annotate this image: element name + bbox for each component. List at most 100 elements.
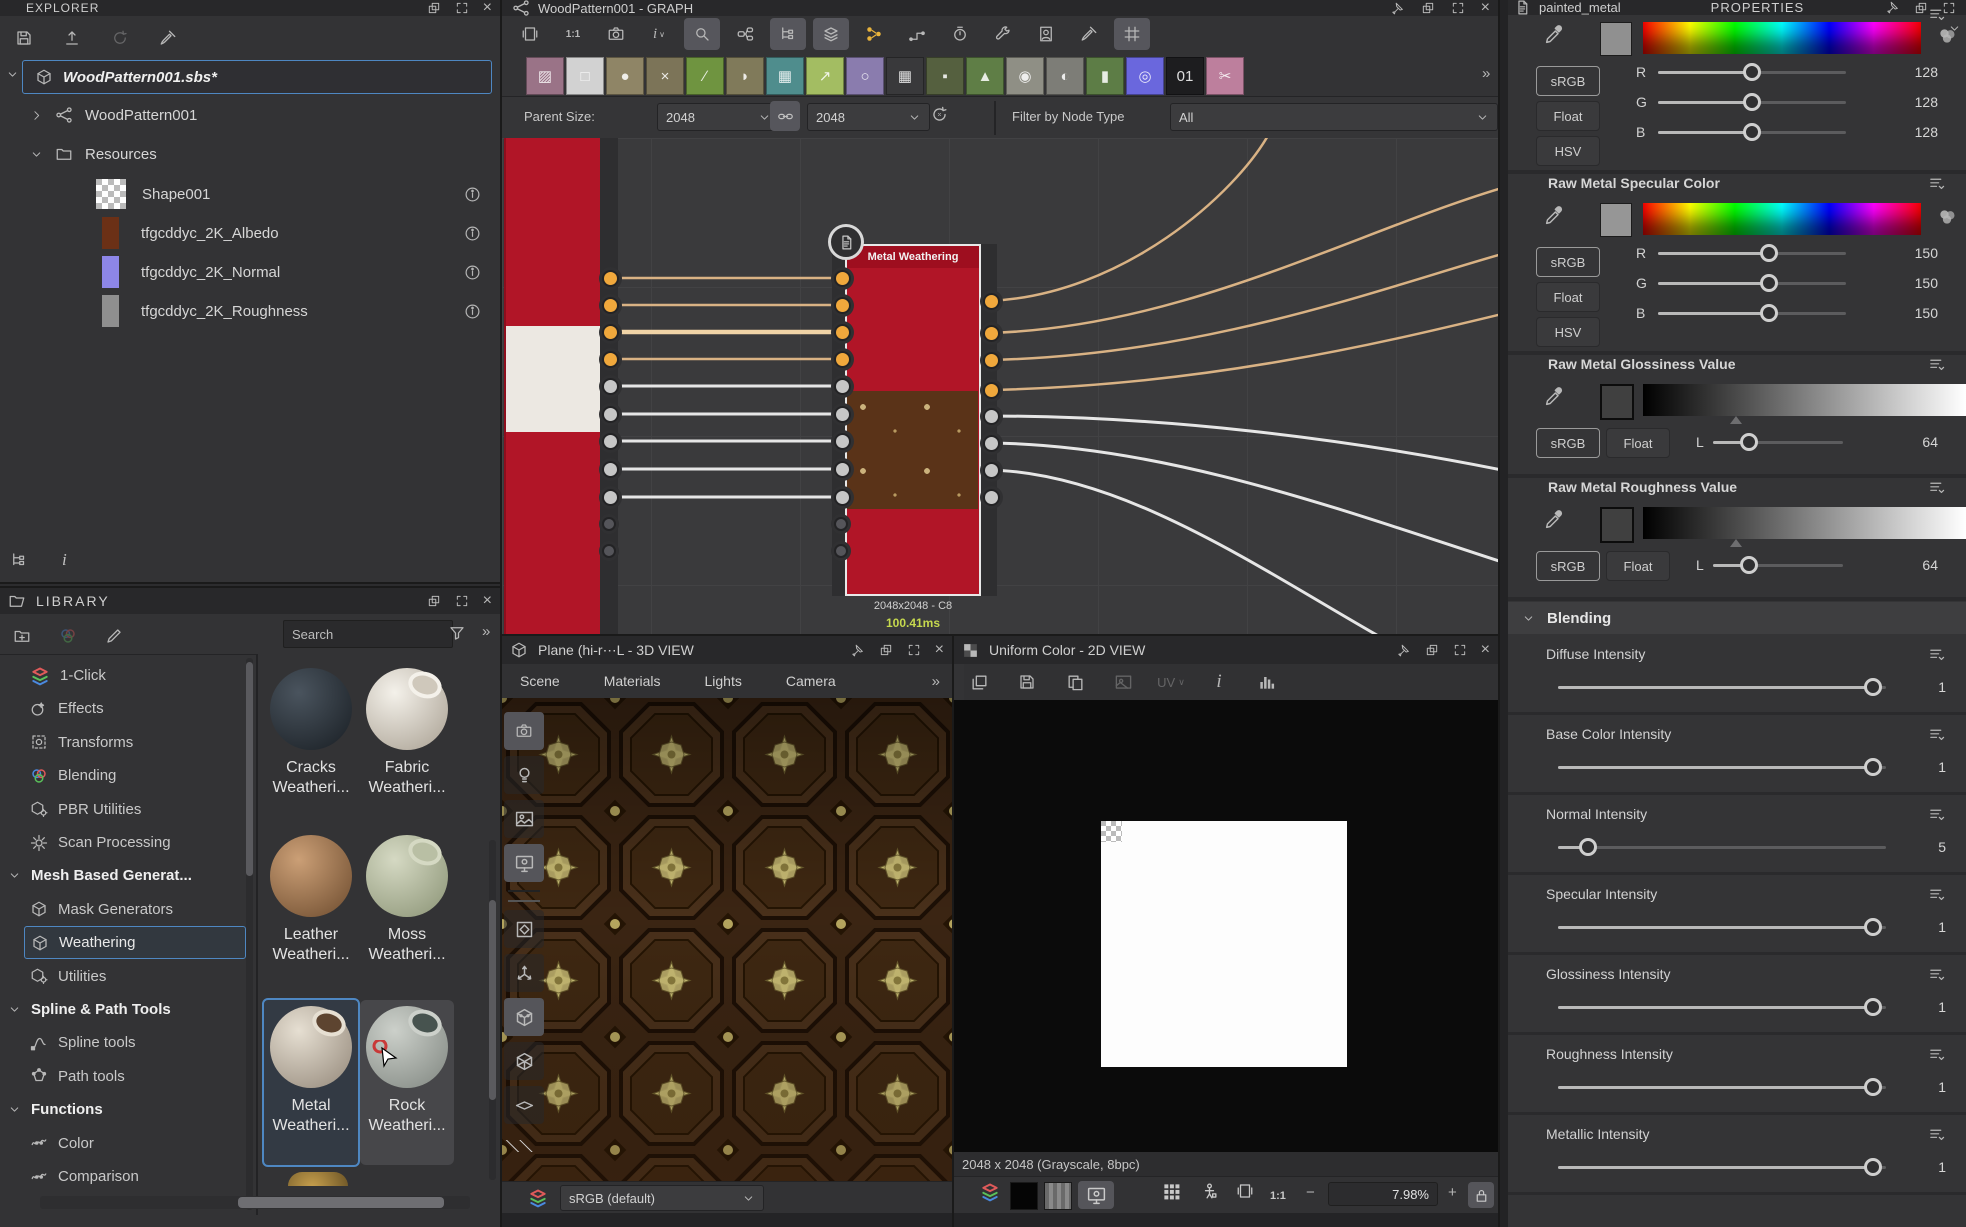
node-output-port[interactable] [983, 382, 1000, 399]
preset-menu-icon[interactable] [1928, 1126, 1945, 1143]
mode-button-float[interactable]: Float [1606, 428, 1670, 458]
channel-value[interactable]: 64 [1898, 557, 1938, 573]
preset-menu-icon[interactable] [1928, 479, 1945, 496]
timer-tool-button[interactable] [942, 18, 978, 50]
hist-button[interactable] [1252, 666, 1282, 698]
eyedropper-icon[interactable] [1544, 24, 1565, 45]
node-output-port[interactable] [983, 293, 1000, 310]
node-input-port[interactable] [834, 406, 851, 423]
node-type-tile-17[interactable]: ✂ [1206, 57, 1244, 95]
layers-icon[interactable] [822, 25, 840, 43]
float-window-icon[interactable] [1421, 1, 1435, 15]
fitbox-icon[interactable] [514, 919, 535, 940]
portrait-tool-button[interactable] [1028, 18, 1064, 50]
output-port[interactable] [602, 544, 616, 558]
expand-chevron-icon[interactable] [6, 68, 19, 81]
node-type-tile-13[interactable]: ◐ [1046, 57, 1084, 95]
category-item-weathering[interactable]: Weathering [24, 926, 246, 959]
color-swatch[interactable] [1600, 22, 1632, 56]
slider[interactable] [1713, 431, 1843, 453]
export-icon[interactable] [63, 29, 81, 47]
gridsnap-tool-button[interactable] [1114, 18, 1150, 50]
category-icon[interactable] [30, 767, 48, 785]
section-chevron-icon[interactable] [8, 1103, 21, 1116]
background-black-swatch[interactable] [1010, 1182, 1038, 1210]
library-item[interactable]: Fabric Weatheri... [360, 662, 454, 827]
slider-value[interactable]: 1 [1906, 1159, 1946, 1175]
diamondflat-icon[interactable] [514, 1095, 535, 1116]
wirecube-icon[interactable] [514, 1051, 535, 1072]
node-input-port[interactable] [834, 489, 851, 506]
mode-button-hsv[interactable]: HSV [1536, 136, 1600, 166]
node-output-port[interactable] [983, 489, 1000, 506]
category-header-functions[interactable]: Functions [8, 1093, 103, 1126]
resource-row[interactable]: tfgcddyc_2K_Roughness [96, 293, 496, 329]
output-port[interactable] [602, 351, 619, 368]
elbow-icon[interactable] [908, 25, 926, 43]
output-port[interactable] [602, 461, 619, 478]
info-icon[interactable]: i [62, 550, 67, 570]
resource-row[interactable]: Shape001 [96, 176, 496, 212]
broom-icon[interactable] [1080, 25, 1098, 43]
node-type-tile-2[interactable]: ● [606, 57, 644, 95]
one2one-icon[interactable]: 1:1 [566, 29, 580, 40]
fitbox-view-button[interactable] [504, 910, 544, 948]
category-header-mesh-based-generat-[interactable]: Mesh Based Generat... [8, 859, 192, 892]
floppy-button[interactable] [1012, 666, 1042, 698]
wirecube-view-button[interactable] [504, 1042, 544, 1080]
preset-menu-icon[interactable] [1928, 175, 1945, 192]
gridsnap-icon[interactable] [1123, 25, 1141, 43]
category-item--click[interactable]: 1-Click [30, 659, 106, 692]
maximize-icon[interactable] [1451, 1, 1465, 15]
imgx-button[interactable] [1108, 666, 1138, 698]
pin-icon[interactable] [1885, 0, 1900, 15]
chevron-right-icon[interactable] [30, 109, 43, 122]
broom-tool-button[interactable] [1071, 18, 1107, 50]
slider-value[interactable]: 1 [1906, 679, 1946, 695]
background-gray-swatch[interactable] [1044, 1182, 1072, 1210]
colorspace-select[interactable]: sRGB (default) [560, 1185, 764, 1211]
hue-gradient-bar[interactable] [1643, 203, 1921, 235]
blending-section-header[interactable]: Blending [1508, 602, 1966, 634]
addfolder-icon[interactable] [13, 627, 31, 645]
channel-value[interactable]: 150 [1898, 305, 1938, 321]
preset-menu-icon[interactable] [1928, 726, 1945, 743]
category-item-path-tools[interactable]: Path tools [30, 1060, 125, 1093]
preset-menu-icon[interactable] [1928, 806, 1945, 823]
category-icon[interactable] [30, 1067, 48, 1085]
colorspace-layers-icon[interactable] [980, 1182, 1000, 1205]
frame-tool-button[interactable] [512, 18, 548, 50]
node-output-port[interactable] [983, 462, 1000, 479]
node-type-tile-6[interactable]: ▦ [766, 57, 804, 95]
slider[interactable] [1658, 121, 1846, 143]
category-icon[interactable] [30, 834, 48, 852]
search-icon[interactable] [693, 25, 711, 43]
color-swatch[interactable] [1600, 384, 1634, 420]
library-hscrollbar[interactable] [40, 1196, 470, 1209]
slider[interactable] [1558, 756, 1886, 778]
close-icon[interactable]: × [935, 641, 944, 659]
mode-button-float[interactable]: Float [1536, 282, 1600, 312]
node-type-tile-0[interactable]: ▨ [526, 57, 564, 95]
channel-value[interactable]: 128 [1898, 124, 1938, 140]
library-item[interactable]: Cracks Weatheri... [264, 662, 358, 827]
uvtext-button[interactable]: UV∨ [1156, 666, 1186, 698]
channel-value[interactable]: 150 [1898, 245, 1938, 261]
axes-icon[interactable] [514, 963, 535, 984]
eyedropper-icon[interactable] [1544, 509, 1565, 530]
node-type-tile-8[interactable]: ○ [846, 57, 884, 95]
zoom-level-input[interactable]: 7.98% [1328, 1182, 1438, 1206]
preset-menu-icon[interactable] [1928, 646, 1945, 663]
portrait-icon[interactable] [1037, 25, 1055, 43]
explorer-resources-item[interactable]: Resources [30, 137, 490, 171]
slider[interactable] [1558, 1076, 1886, 1098]
filter-funnel-icon[interactable] [448, 624, 466, 642]
search-tool-button[interactable] [684, 18, 720, 50]
tree-tool-button[interactable] [770, 18, 806, 50]
mode-button-hsv[interactable]: HSV [1536, 317, 1600, 347]
wrench-tool-button[interactable] [985, 18, 1021, 50]
colorspace-layers-icon[interactable] [528, 1188, 548, 1208]
slider[interactable] [1658, 61, 1846, 83]
menu-overflow-icon[interactable]: » [932, 674, 940, 689]
node-type-tile-10[interactable]: ▪ [926, 57, 964, 95]
